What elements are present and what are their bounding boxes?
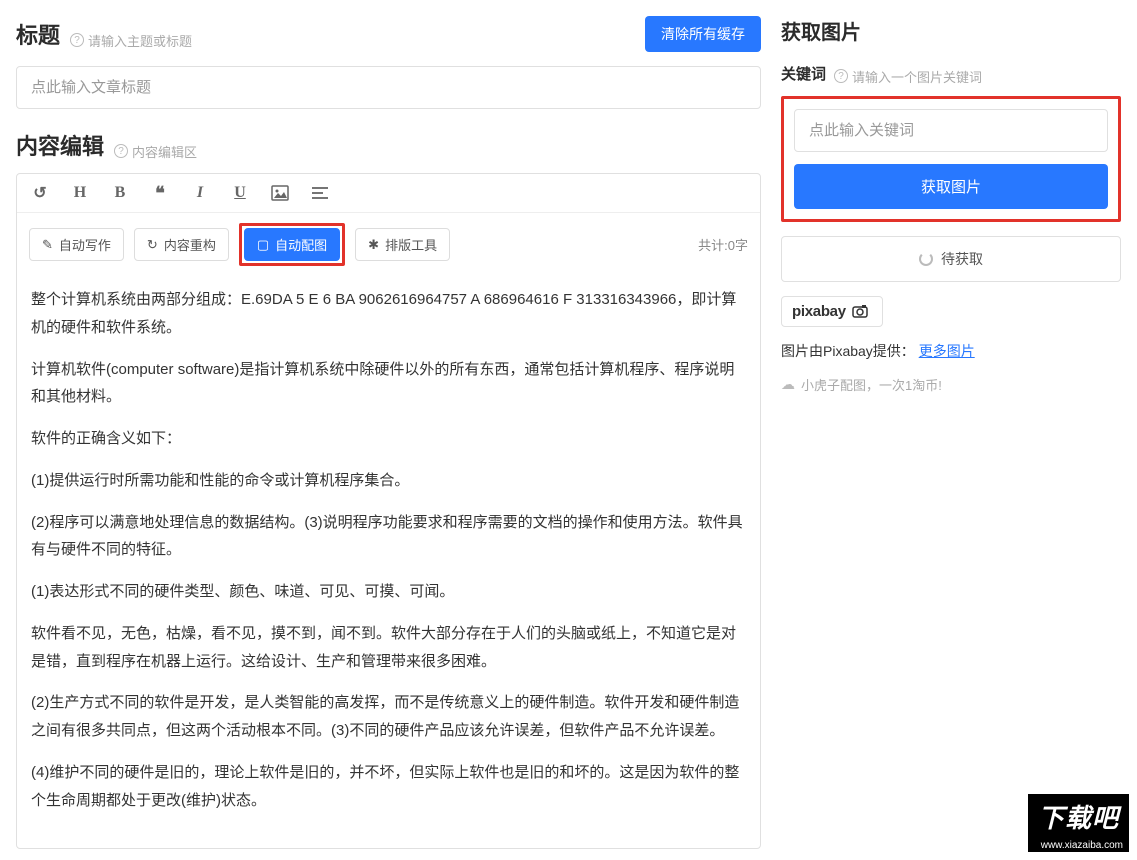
info-icon: ?: [114, 144, 128, 158]
cloud-icon: ☁: [781, 376, 795, 393]
pixabay-badge: pixabay: [781, 296, 883, 327]
paragraph: (1)表达形式不同的硬件类型、颜色、味道、可见、可摸、可闻。: [31, 578, 746, 606]
align-icon[interactable]: [309, 182, 331, 204]
quote-icon[interactable]: ❝: [149, 182, 171, 204]
article-title-input[interactable]: [16, 66, 761, 109]
more-images-link[interactable]: 更多图片: [919, 343, 975, 359]
paragraph: (4)维护不同的硬件是旧的，理论上软件是旧的，并不坏，但实际上软件也是旧的和坏的…: [31, 759, 746, 815]
pencil-icon: ✎: [42, 237, 53, 253]
info-icon: ?: [70, 33, 84, 47]
paragraph: (2)生产方式不同的软件是开发，是人类智能的高发挥，而不是传统意义上的硬件制造。…: [31, 689, 746, 745]
info-icon: ?: [834, 69, 848, 83]
sidebar: 获取图片 关键词 ? 请输入一个图片关键词 获取图片 待获取 pixabay 图…: [781, 16, 1121, 849]
auto-image-button[interactable]: ▢ 自动配图: [244, 228, 340, 261]
content-edit-label: 内容编辑: [16, 129, 104, 161]
underline-icon[interactable]: U: [229, 182, 251, 204]
wand-icon: ✱: [368, 237, 379, 253]
action-toolbar: ✎ 自动写作 ↻ 内容重构 ▢ 自动配图 ✱: [17, 213, 760, 276]
keyword-highlight-box: 获取图片: [781, 96, 1121, 222]
keyword-input[interactable]: [794, 109, 1108, 152]
title-section-label: 标题: [16, 18, 60, 50]
watermark: 下载吧 www.xiazaiba.com: [1028, 794, 1129, 852]
undo-icon[interactable]: ↺: [29, 182, 51, 204]
paragraph: 整个计算机系统由两部分组成：E.69DA 5 E 6 BA 9062616964…: [31, 286, 746, 342]
word-counter: 共计:0字: [698, 235, 748, 254]
paragraph: (2)程序可以满意地处理信息的数据结构。(3)说明程序功能要求和程序需要的文档的…: [31, 509, 746, 565]
keyword-label: 关键词: [781, 63, 826, 84]
refactor-button[interactable]: ↻ 内容重构: [134, 228, 229, 261]
refresh-icon: ↻: [147, 237, 158, 253]
format-toolbar: ↺ H B ❝ I U: [17, 174, 760, 213]
watermark-logo: 下载吧: [1028, 794, 1129, 839]
fetch-image-button[interactable]: 获取图片: [794, 164, 1108, 209]
content-edit-hint: ? 内容编辑区: [114, 142, 197, 161]
content-edit-header: 内容编辑 ? 内容编辑区: [16, 129, 761, 161]
heading-icon[interactable]: H: [69, 182, 91, 204]
keyword-hint: ? 请输入一个图片关键词: [834, 67, 982, 86]
pending-status: 待获取: [781, 236, 1121, 282]
sidebar-title: 获取图片: [781, 16, 1121, 45]
spinner-icon: [919, 252, 933, 266]
main-column: 标题 ? 请输入主题或标题 清除所有缓存 内容编辑 ? 内容编辑区 ↺ H B …: [16, 16, 761, 849]
camera-icon: [852, 304, 872, 318]
layout-tool-button[interactable]: ✱ 排版工具: [355, 228, 450, 261]
cost-note: ☁ 小虎子配图，一次1淘币!: [781, 375, 1121, 394]
title-hint: ? 请输入主题或标题: [70, 31, 192, 50]
keyword-label-row: 关键词 ? 请输入一个图片关键词: [781, 63, 1121, 86]
auto-write-button[interactable]: ✎ 自动写作: [29, 228, 124, 261]
paragraph: (1)提供运行时所需功能和性能的命令或计算机程序集合。: [31, 467, 746, 495]
watermark-url: www.xiazaiba.com: [1028, 839, 1129, 852]
image-credit: 图片由Pixabay提供： 更多图片: [781, 341, 1121, 361]
title-header-row: 标题 ? 请输入主题或标题 清除所有缓存: [16, 16, 761, 52]
paragraph: 软件的正确含义如下：: [31, 425, 746, 453]
paragraph: 软件看不见，无色，枯燥，看不见，摸不到，闻不到。软件大部分存在于人们的头脑或纸上…: [31, 620, 746, 676]
image-icon[interactable]: [269, 182, 291, 204]
editor: ↺ H B ❝ I U ✎ 自动写作: [16, 173, 761, 849]
bold-icon[interactable]: B: [109, 182, 131, 204]
italic-icon[interactable]: I: [189, 182, 211, 204]
editor-content[interactable]: 整个计算机系统由两部分组成：E.69DA 5 E 6 BA 9062616964…: [17, 276, 760, 848]
auto-image-highlight: ▢ 自动配图: [239, 223, 345, 266]
picture-icon: ▢: [257, 237, 269, 253]
paragraph: 计算机软件(computer software)是指计算机系统中除硬件以外的所有…: [31, 356, 746, 412]
clear-cache-button[interactable]: 清除所有缓存: [645, 16, 761, 52]
